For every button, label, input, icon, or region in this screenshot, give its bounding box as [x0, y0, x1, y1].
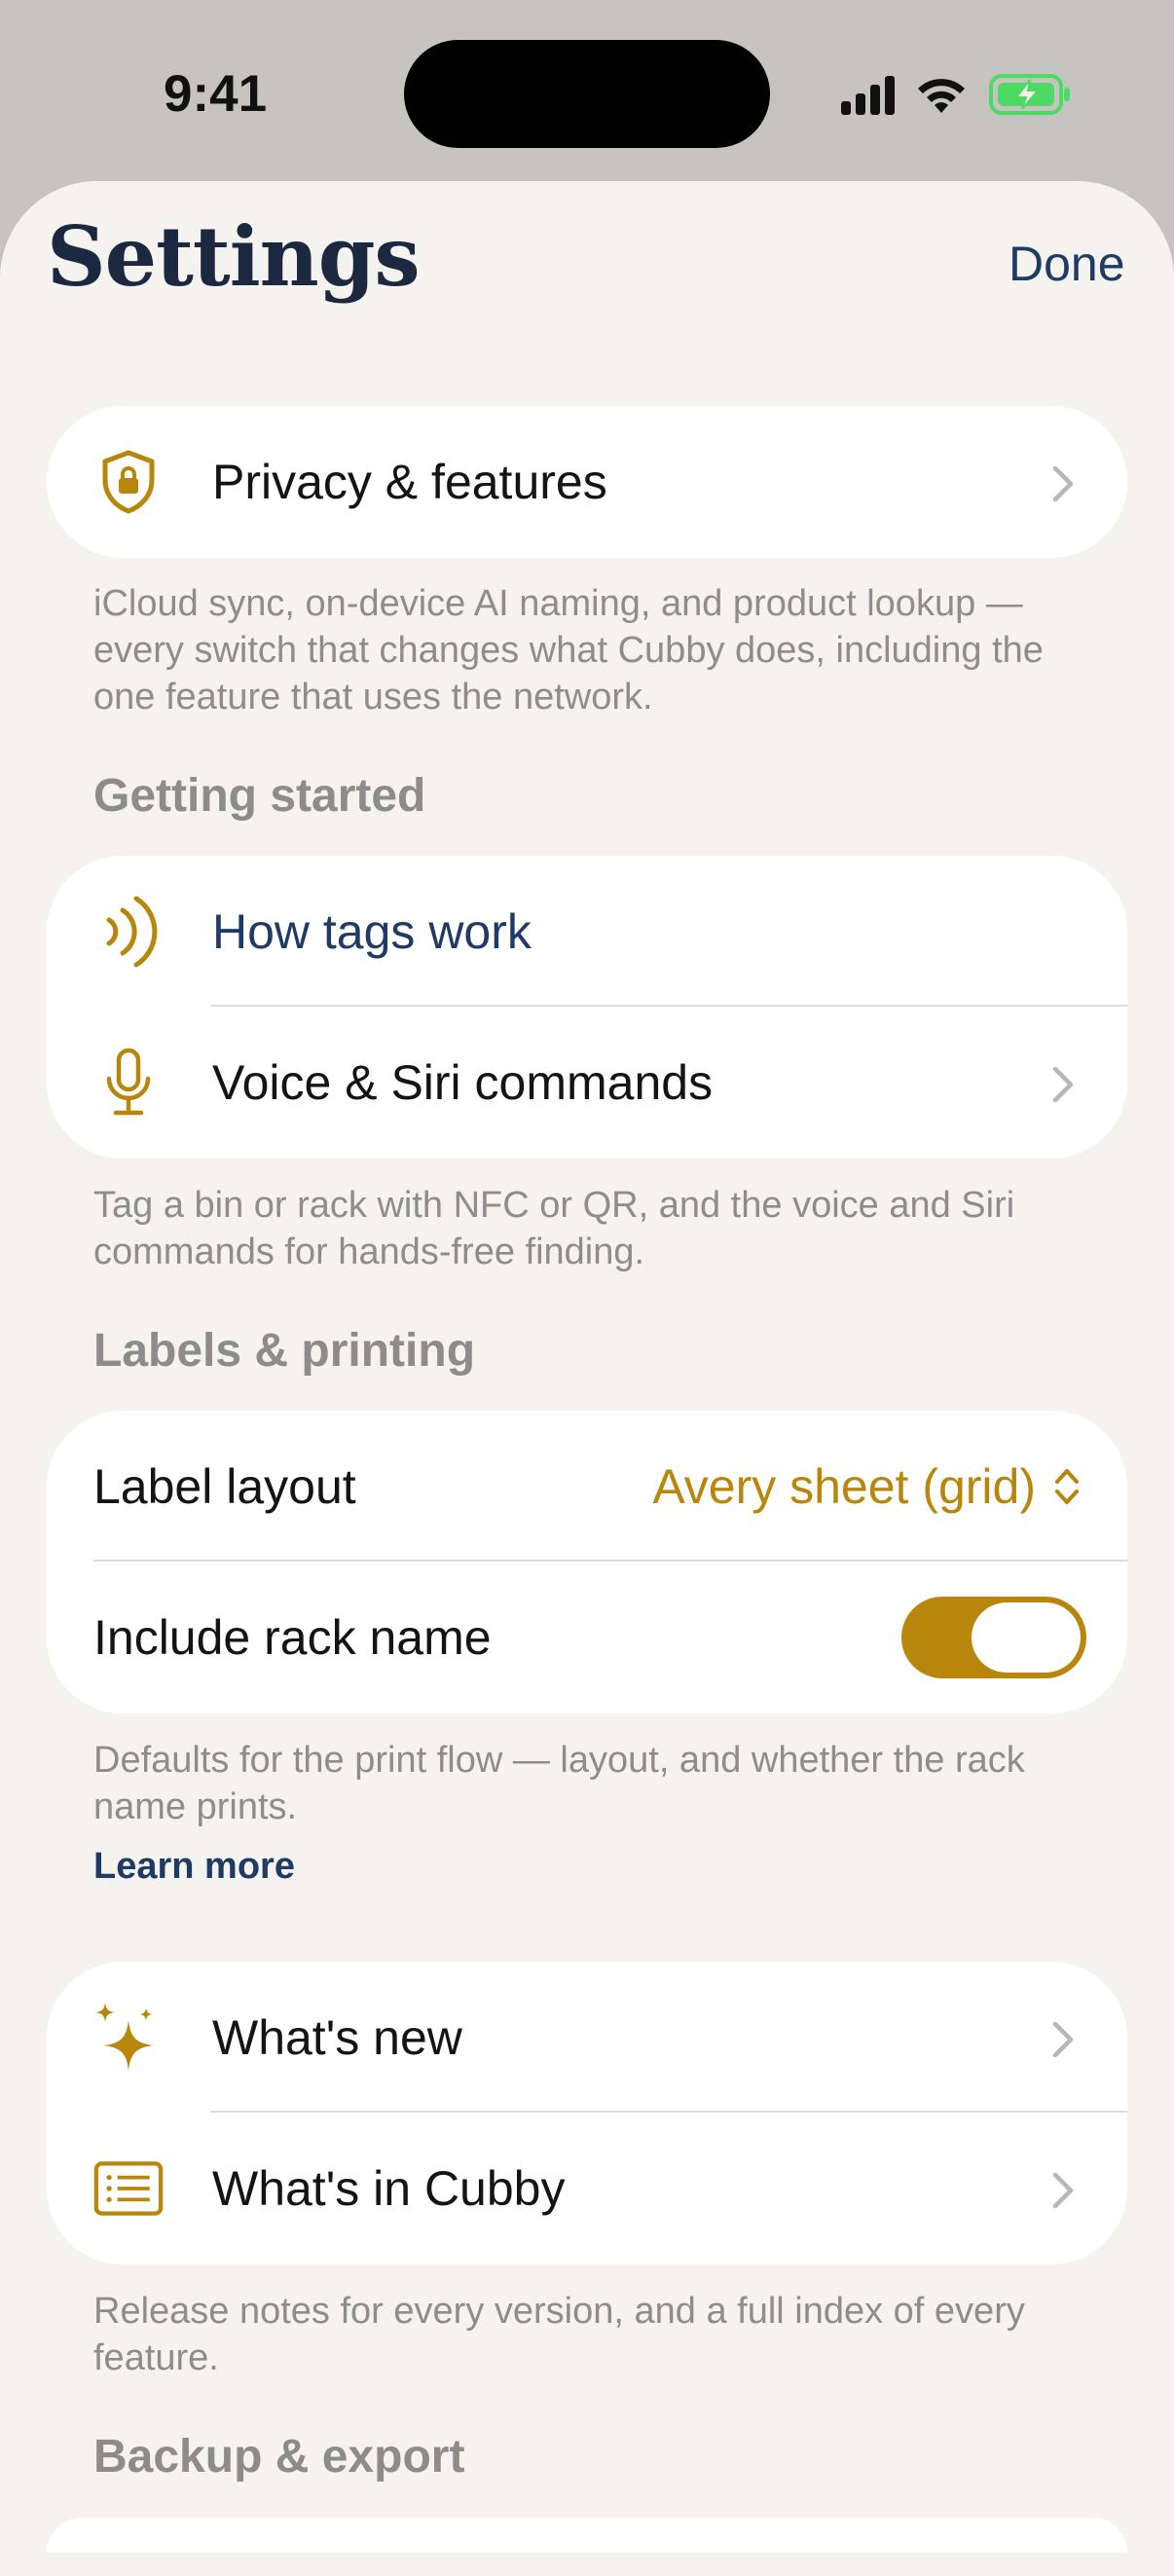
- chevron-right-icon: [1052, 465, 1074, 502]
- microphone-icon: [93, 1048, 164, 1118]
- getting-started-header: Getting started: [93, 770, 426, 822]
- voice-siri-commands-label: Voice & Siri commands: [212, 1055, 714, 1110]
- labels-printing-card: Label layout Avery sheet (grid) Include …: [47, 1411, 1127, 1713]
- labels-printing-header: Labels & printing: [93, 1325, 476, 1377]
- learn-more-link[interactable]: Learn more: [93, 1846, 295, 1888]
- list-document-icon: [93, 2153, 164, 2224]
- privacy-footnote: iCloud sync, on-device AI naming, and pr…: [93, 583, 1044, 718]
- how-tags-work-row[interactable]: How tags work: [47, 856, 1127, 1008]
- getting-started-footnote: Tag a bin or rack with NFC or QR, and th…: [93, 1185, 1015, 1272]
- include-rack-name-label: Include rack name: [93, 1610, 492, 1665]
- privacy-features-row[interactable]: Privacy & features: [47, 406, 1127, 558]
- done-button[interactable]: Done: [1009, 236, 1125, 292]
- voice-siri-commands-row[interactable]: Voice & Siri commands: [47, 1007, 1127, 1159]
- privacy-card: Privacy & features: [47, 406, 1127, 558]
- label-layout-value: Avery sheet (grid): [652, 1459, 1036, 1514]
- whats-new-footnote: Release notes for every version, and a f…: [93, 2291, 1025, 2378]
- getting-started-card: How tags work Voice & Siri commands: [47, 856, 1127, 1159]
- how-tags-work-label: How tags work: [212, 904, 532, 959]
- chevron-right-icon: [1052, 2172, 1074, 2209]
- dynamic-island: [404, 40, 770, 148]
- whats-new-label: What's new: [212, 2010, 462, 2065]
- include-rack-name-toggle[interactable]: [901, 1597, 1086, 1678]
- backup-export-card: [47, 2518, 1127, 2553]
- whats-new-row[interactable]: What's new: [47, 1962, 1127, 2114]
- status-time: 9:41: [164, 65, 268, 123]
- wifi-icon: [918, 79, 965, 113]
- label-layout-label: Label layout: [93, 1459, 356, 1514]
- labels-printing-footnote: Defaults for the print flow — layout, an…: [93, 1740, 1025, 1827]
- toggle-knob: [972, 1602, 1081, 1673]
- page-title: Settings: [47, 208, 421, 305]
- label-layout-picker[interactable]: Avery sheet (grid): [652, 1458, 1081, 1515]
- cellular-signal-icon: [841, 76, 895, 115]
- privacy-features-label: Privacy & features: [212, 455, 607, 509]
- whats-new-card: What's new What's in Cubby: [47, 1962, 1127, 2264]
- whats-in-cubby-row[interactable]: What's in Cubby: [47, 2113, 1127, 2264]
- battery-charging-icon: [989, 74, 1070, 115]
- nfc-waves-icon: [93, 896, 164, 968]
- label-layout-row[interactable]: Label layout Avery sheet (grid): [47, 1411, 1127, 1563]
- status-bar: 9:41: [0, 0, 1174, 185]
- chevron-right-icon: [1052, 1066, 1074, 1103]
- whats-in-cubby-label: What's in Cubby: [212, 2161, 566, 2216]
- backup-export-header: Backup & export: [93, 2431, 465, 2483]
- chevron-up-down-icon: [1055, 1469, 1079, 1504]
- sparkles-icon: [93, 2003, 164, 2073]
- chevron-right-icon: [1052, 2021, 1074, 2058]
- lock-shield-icon: [93, 447, 164, 517]
